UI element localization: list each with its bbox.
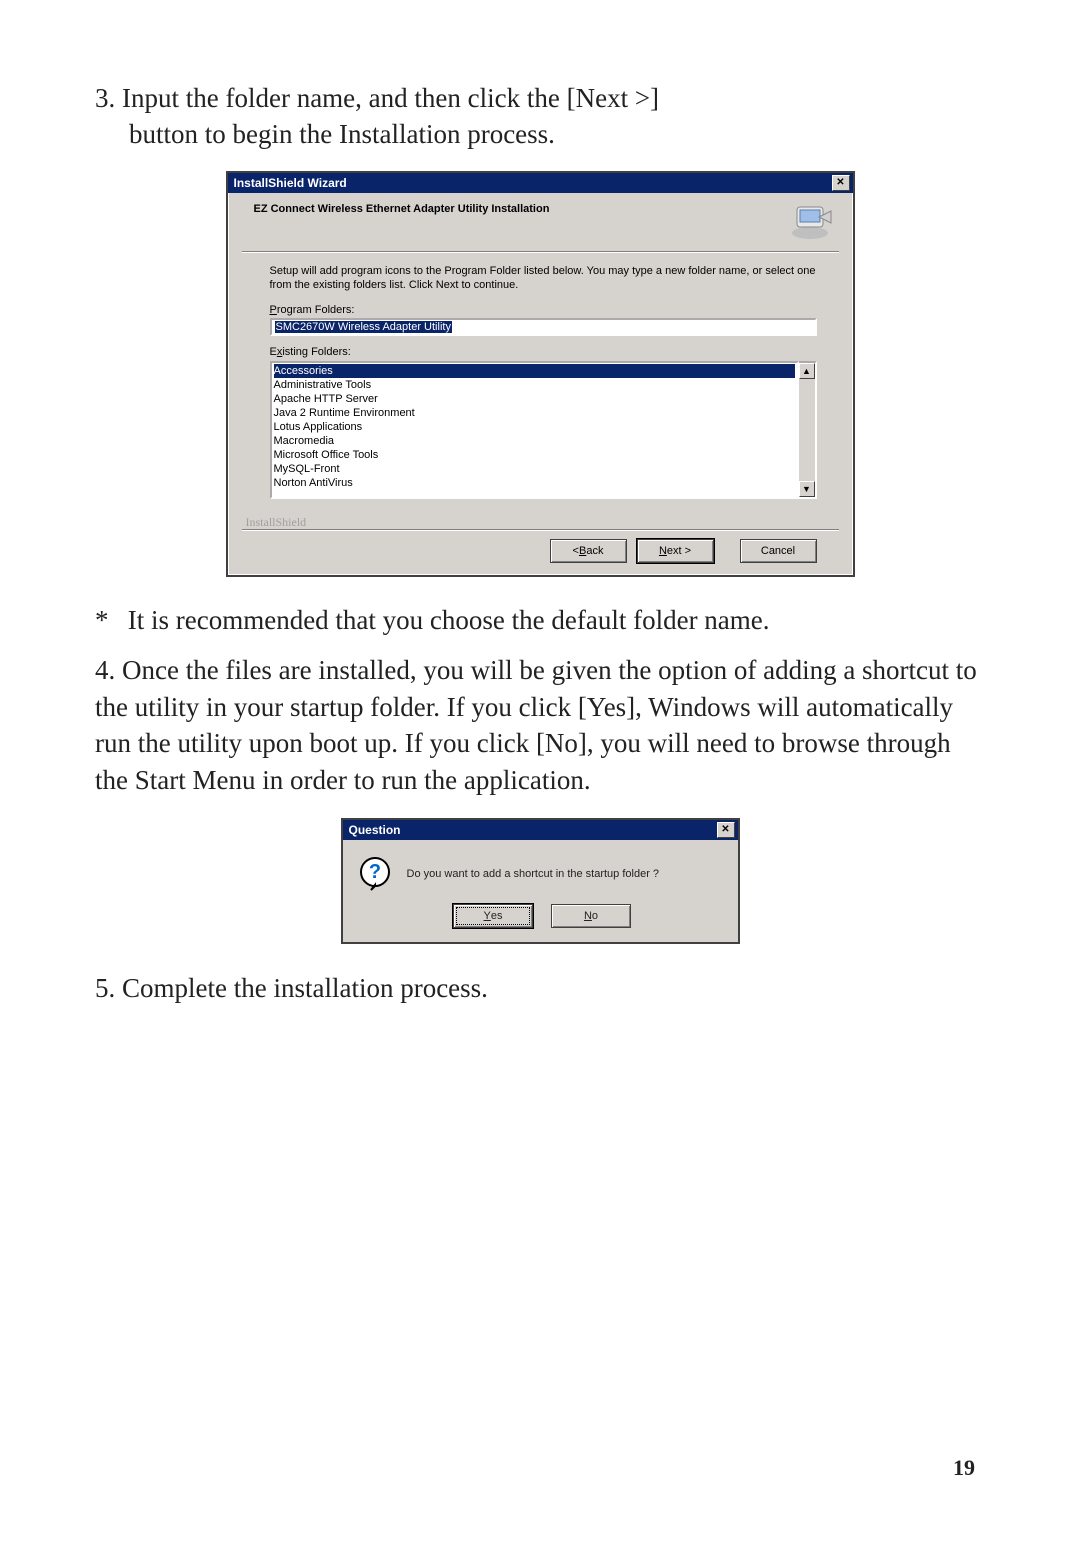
close-icon[interactable]: ✕ (717, 822, 735, 838)
question-title: Question (349, 823, 401, 837)
list-item[interactable]: MySQL-Front (274, 462, 795, 476)
step-5-text: Complete the installation process. (122, 973, 488, 1003)
question-dialog: Question ✕ ? Do you want to add a shortc… (341, 818, 740, 944)
question-text: Do you want to add a shortcut in the sta… (407, 868, 660, 880)
list-item[interactable]: Norton AntiVirus (274, 476, 795, 490)
step-3: 3. Input the folder name, and then click… (95, 80, 985, 153)
program-folders-value: SMC2670W Wireless Adapter Utility (275, 321, 452, 333)
back-button[interactable]: < Back (550, 539, 627, 563)
wizard-title: InstallShield Wizard (234, 176, 347, 190)
close-icon[interactable]: ✕ (832, 175, 850, 191)
scroll-up-icon[interactable]: ▲ (799, 363, 815, 379)
yes-button[interactable]: Yes (453, 904, 533, 928)
list-item[interactable]: Lotus Applications (274, 420, 795, 434)
page-number: 19 (953, 1455, 975, 1481)
list-item[interactable]: Administrative Tools (274, 378, 795, 392)
wizard-titlebar[interactable]: InstallShield Wizard ✕ (228, 173, 853, 193)
question-mark-icon: ? (357, 856, 393, 892)
scroll-down-icon[interactable]: ▼ (799, 481, 815, 497)
list-item[interactable]: Microsoft Office Tools (274, 448, 795, 462)
step-4-text: Once the files are installed, you will b… (95, 655, 977, 794)
list-item[interactable]: Java 2 Runtime Environment (274, 406, 795, 420)
installshield-group-label: InstallShield (246, 515, 839, 530)
listbox-scrollbar[interactable]: ▲ ▼ (799, 361, 817, 499)
next-button[interactable]: Next > (637, 539, 714, 563)
svg-text:?: ? (368, 861, 380, 883)
question-titlebar[interactable]: Question ✕ (343, 820, 738, 840)
no-button[interactable]: No (551, 904, 631, 928)
step-4-number: 4. (95, 655, 115, 685)
step-5-number: 5. (95, 973, 115, 1003)
installshield-wizard-dialog: InstallShield Wizard ✕ EZ Connect Wirele… (226, 171, 855, 578)
existing-folders-listbox[interactable]: Accessories Administrative Tools Apache … (270, 361, 799, 499)
step-5: 5. Complete the installation process. (95, 970, 985, 1006)
step-4: 4. Once the files are installed, you wil… (95, 652, 985, 798)
list-item[interactable]: Apache HTTP Server (274, 392, 795, 406)
program-folders-input[interactable]: SMC2670W Wireless Adapter Utility (270, 318, 817, 336)
wizard-description: Setup will add program icons to the Prog… (270, 264, 817, 293)
wizard-header: EZ Connect Wireless Ethernet Adapter Uti… (254, 203, 550, 215)
program-folders-label: Program Folders: (270, 304, 817, 316)
installer-icon (787, 203, 833, 241)
step-3-text-line1: Input the folder name, and then click th… (122, 83, 659, 113)
list-item[interactable]: Accessories (274, 364, 795, 378)
existing-folders-label: Existing Folders: (270, 346, 817, 358)
step-3-text-line2: button to begin the Installation process… (129, 116, 985, 152)
cancel-button[interactable]: Cancel (740, 539, 817, 563)
list-item[interactable]: Macromedia (274, 434, 795, 448)
recommendation-note: * It is recommended that you choose the … (95, 605, 985, 636)
step-3-number: 3. (95, 83, 115, 113)
